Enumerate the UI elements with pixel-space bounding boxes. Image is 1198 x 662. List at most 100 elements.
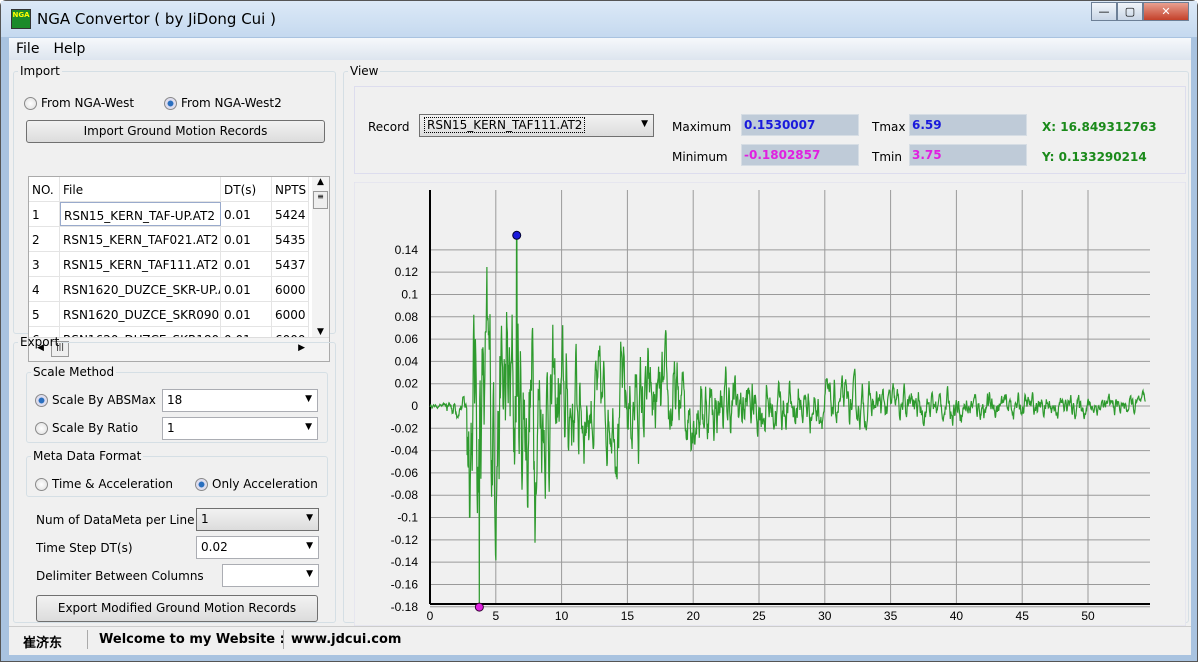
table-cell: RSN1620_DUZCE_SKR-UP.A bbox=[60, 277, 221, 301]
dropdown-arrow-icon[interactable]: ▼ bbox=[306, 513, 313, 523]
x-tick-label: 40 bbox=[950, 609, 964, 623]
radio-label: From NGA-West2 bbox=[181, 96, 282, 110]
app-logo-icon: NGA bbox=[11, 9, 31, 29]
menu-file[interactable]: File bbox=[9, 38, 46, 57]
dropdown-arrow-icon[interactable]: ▼ bbox=[641, 119, 648, 129]
table-cell: 0.01 bbox=[221, 252, 272, 276]
dropdown-arrow-icon[interactable]: ▼ bbox=[305, 394, 312, 404]
table-cell: 4 bbox=[29, 277, 60, 301]
radio-nga-west2[interactable]: From NGA-West2 bbox=[164, 96, 282, 110]
radio-nga-west[interactable]: From NGA-West bbox=[24, 96, 134, 110]
maximize-button[interactable]: ▢ bbox=[1117, 2, 1143, 21]
y-tick-label: -0.18 bbox=[391, 600, 419, 614]
combo-value: RSN15_KERN_TAF111.AT2 bbox=[424, 117, 586, 133]
client-area: File Help Import From NGA-West From NGA-W… bbox=[9, 38, 1191, 655]
welcome-text: Welcome to my Website : bbox=[99, 632, 285, 647]
meta-format-group: Meta Data Format Time & Acceleration Onl… bbox=[26, 449, 328, 497]
combo-value: 1 bbox=[167, 421, 175, 435]
dropdown-arrow-icon[interactable]: ▼ bbox=[305, 422, 312, 432]
close-button[interactable]: ✕ bbox=[1143, 2, 1189, 21]
table-row[interactable]: 5 RSN1620_DUZCE_SKR090.A 0.01 6000 bbox=[29, 302, 309, 327]
table-cell: 6000 bbox=[272, 302, 309, 326]
website-link[interactable]: www.jdcui.com bbox=[291, 632, 401, 647]
num-per-line-combo[interactable]: 1 ▼ bbox=[196, 508, 319, 531]
export-group: Export Scale Method Scale By ABSMax 18 ▼ … bbox=[13, 335, 336, 623]
y-tick-label: 0.06 bbox=[395, 332, 419, 346]
window-title: NGA Convertor ( by JiDong Cui ) bbox=[37, 10, 276, 28]
column-header[interactable]: File bbox=[60, 177, 221, 201]
author-name: 崔济东 bbox=[23, 636, 63, 651]
status-bar: 崔济东 Welcome to my Website : www.jdcui.co… bbox=[9, 626, 1191, 651]
radio-label: Scale By ABSMax bbox=[52, 393, 156, 407]
combo-value: 1 bbox=[201, 512, 209, 526]
scroll-up-icon[interactable]: ▲ bbox=[312, 177, 329, 187]
table-row[interactable]: 2 RSN15_KERN_TAF021.AT2 0.01 5435 bbox=[29, 227, 309, 252]
dropdown-arrow-icon[interactable]: ▼ bbox=[306, 569, 313, 579]
minimize-button[interactable]: — bbox=[1091, 2, 1117, 21]
column-header[interactable]: NO. bbox=[29, 177, 60, 201]
table-row[interactable]: 3 RSN15_KERN_TAF111.AT2 0.01 5437 bbox=[29, 252, 309, 277]
delimiter-label: Delimiter Between Columns bbox=[36, 569, 204, 583]
radio-scale-ratio[interactable]: Scale By Ratio bbox=[35, 421, 138, 435]
table-row[interactable]: 1 RSN15_KERN_TAF-UP.AT2 0.01 5424 bbox=[29, 202, 309, 227]
tmin-value: 3.75 bbox=[909, 144, 1027, 166]
record-combo[interactable]: RSN15_KERN_TAF111.AT2 ▼ bbox=[419, 114, 654, 137]
import-legend: Import bbox=[20, 64, 60, 78]
x-tick-label: 0 bbox=[427, 609, 434, 623]
import-group: Import From NGA-West From NGA-West2 Impo… bbox=[13, 64, 336, 362]
y-tick-label: 0.08 bbox=[395, 310, 419, 324]
radio-icon bbox=[35, 477, 48, 491]
table-cell: 0.01 bbox=[221, 227, 272, 251]
radio-only-acc[interactable]: Only Acceleration bbox=[195, 477, 318, 491]
time-step-combo[interactable]: 0.02 ▼ bbox=[196, 536, 319, 559]
y-tick-label: 0.1 bbox=[401, 287, 418, 301]
tmin-label: Tmin bbox=[872, 150, 902, 164]
radio-label: Time & Acceleration bbox=[52, 477, 173, 491]
meta-legend: Meta Data Format bbox=[33, 449, 142, 463]
x-tick-label: 35 bbox=[884, 609, 898, 623]
vertical-scrollbar[interactable]: ▲ ≡ ▼ bbox=[312, 177, 329, 337]
y-tick-label: -0.16 bbox=[391, 577, 419, 591]
column-header[interactable]: NPTS bbox=[272, 177, 309, 201]
table-cell: 5435 bbox=[272, 227, 309, 251]
delimiter-combo[interactable]: ▼ bbox=[222, 564, 319, 587]
dropdown-arrow-icon[interactable]: ▼ bbox=[306, 541, 313, 551]
maximum-value: 0.1530007 bbox=[741, 114, 859, 136]
table-cell: 0.01 bbox=[221, 202, 272, 226]
radio-icon bbox=[24, 96, 37, 110]
ratio-combo[interactable]: 1 ▼ bbox=[162, 417, 318, 440]
radio-checked-icon bbox=[35, 393, 48, 407]
table-cell: 3 bbox=[29, 252, 60, 276]
radio-label: From NGA-West bbox=[41, 96, 135, 110]
radio-time-acc[interactable]: Time & Acceleration bbox=[35, 477, 173, 491]
y-tick-label: -0.02 bbox=[391, 421, 419, 435]
acceleration-chart[interactable]: 0 5 10 15 20 25 30 35 40 45 50 0.14 0.12 0.1 0.08 0.06 0… bbox=[354, 182, 1186, 626]
radio-scale-absmax[interactable]: Scale By ABSMax bbox=[35, 393, 156, 407]
max-point-marker bbox=[512, 230, 522, 240]
column-header[interactable]: DT(s) bbox=[221, 177, 272, 201]
export-legend: Export bbox=[20, 335, 60, 349]
view-legend: View bbox=[350, 64, 379, 78]
scroll-thumb[interactable]: ≡ bbox=[313, 191, 328, 209]
radio-icon bbox=[35, 421, 48, 435]
num-per-line-label: Num of DataMeta per Line bbox=[36, 513, 195, 527]
y-tick-label: 0.12 bbox=[395, 265, 419, 279]
radio-label: Only Acceleration bbox=[212, 477, 318, 491]
absmax-combo[interactable]: 18 ▼ bbox=[162, 389, 318, 412]
menu-bar: File Help bbox=[9, 38, 1191, 60]
table-row[interactable]: 4 RSN1620_DUZCE_SKR-UP.A 0.01 6000 bbox=[29, 277, 309, 302]
menu-help[interactable]: Help bbox=[46, 38, 92, 57]
y-tick-label: 0.14 bbox=[395, 243, 419, 257]
x-tick-label: 5 bbox=[492, 609, 499, 623]
radio-label: Scale By Ratio bbox=[52, 421, 139, 435]
table-cell: 1 bbox=[29, 202, 60, 226]
table-cell: 6000 bbox=[272, 277, 309, 301]
y-tick-label: 0.02 bbox=[395, 377, 419, 391]
export-records-button[interactable]: Export Modified Ground Motion Records bbox=[36, 595, 318, 622]
tmax-value: 6.59 bbox=[909, 114, 1027, 136]
y-tick-label: -0.08 bbox=[391, 488, 419, 502]
cursor-y-readout: Y: 0.133290214 bbox=[1042, 150, 1147, 164]
table-cell: 0.01 bbox=[221, 302, 272, 326]
import-records-button[interactable]: Import Ground Motion Records bbox=[26, 120, 325, 143]
maximum-label: Maximum bbox=[672, 120, 732, 134]
